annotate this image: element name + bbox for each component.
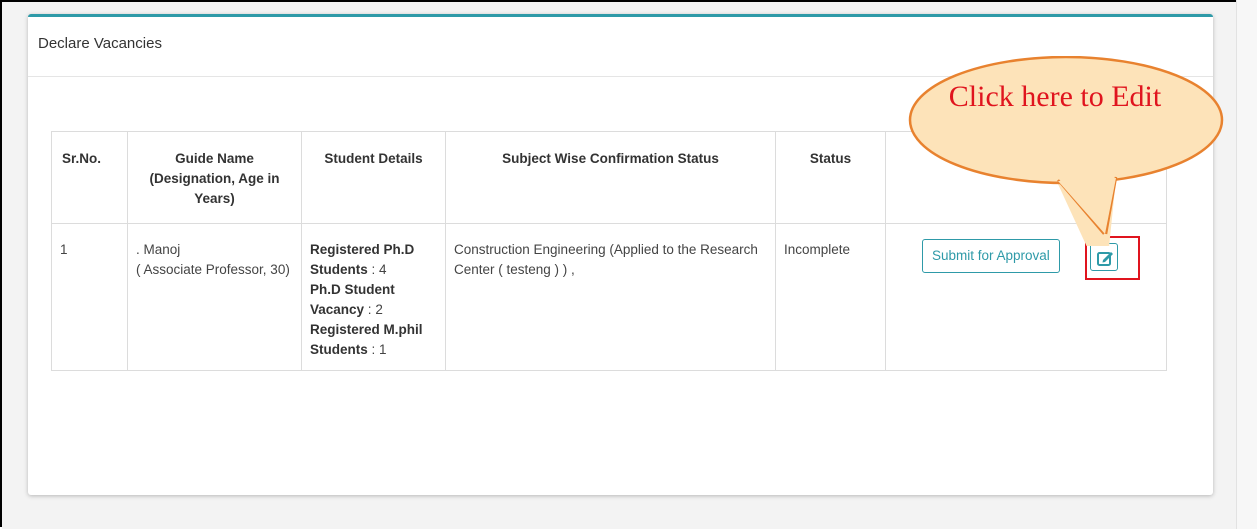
header-status: Status [775,131,886,224]
status-badge: Incomplete [775,223,886,371]
phd-vacancy-value: 2 [375,302,383,317]
guide-name: . Manoj [136,242,181,257]
registered-phd-label: Registered Ph.D Students [310,242,415,277]
header-student-details: Student Details [301,131,446,224]
callout-text: Click here to Edit [948,80,1162,113]
cell-guide: . Manoj ( Associate Professor, 30) [127,223,302,371]
header-guide-label: Guide Name (Designation, Age in Years) [149,151,280,206]
edit-icon [1097,252,1113,266]
registered-mphil-value: 1 [379,342,387,357]
header-subject-status: Subject Wise Confirmation Status [445,131,776,224]
edit-button[interactable] [1090,243,1118,271]
header-sr-no: Sr.No. [51,131,128,224]
guide-designation-age: ( Associate Professor, 30) [136,262,290,277]
cell-student-details: Registered Ph.D Students : 4 Ph.D Studen… [301,223,446,371]
cell-sr-no: 1 [51,223,128,371]
header-guide-name: Guide Name (Designation, Age in Years) [127,131,302,224]
cell-subject-status: Construction Engineering (Applied to the… [445,223,776,371]
registered-mphil-label: Registered M.phil Students [310,322,423,357]
registered-phd-value: 4 [379,262,387,277]
